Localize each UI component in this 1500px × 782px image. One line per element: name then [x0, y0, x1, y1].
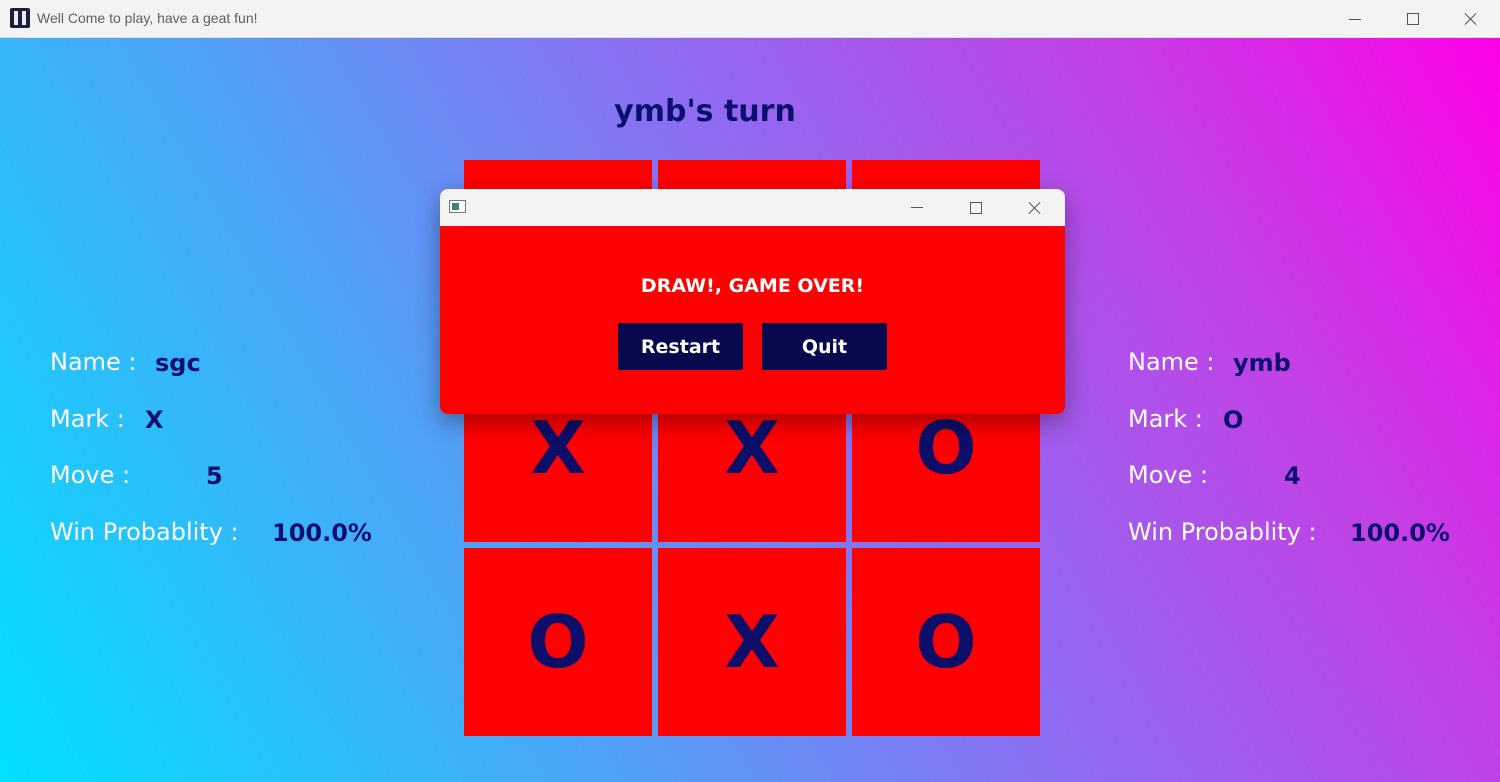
p2-move-value: 4 — [1284, 462, 1301, 490]
p1-name-value: sgc — [155, 349, 201, 377]
dialog-minimize-button[interactable] — [888, 189, 946, 226]
dialog-maximize-button[interactable] — [947, 189, 1005, 226]
p1-win-label: Win Probablity : — [50, 518, 239, 546]
p1-mark-label: Mark : — [50, 405, 125, 433]
p2-mark-value: O — [1223, 406, 1244, 434]
minimize-icon — [911, 207, 923, 208]
p1-move-value: 5 — [206, 462, 223, 490]
maximize-icon — [970, 201, 982, 214]
dialog-message: DRAW!, GAME OVER! — [640, 275, 865, 297]
p2-name-value: ymb — [1233, 349, 1291, 377]
p1-move-label: Move : — [50, 461, 131, 489]
title-bar: Well Come to play, have a geat fun! — [0, 0, 1500, 38]
quit-button[interactable]: Quit — [762, 323, 887, 370]
game-over-dialog: DRAW!, GAME OVER! Restart Quit — [440, 189, 1065, 414]
p1-name-label: Name : — [50, 348, 137, 376]
p2-win-label: Win Probablity : — [1128, 518, 1317, 546]
p1-mark-value: X — [145, 406, 164, 434]
dialog-window-icon — [449, 200, 466, 213]
close-icon — [1028, 201, 1042, 215]
close-button[interactable] — [1442, 0, 1500, 38]
p1-win-value: 100.0% — [272, 519, 372, 547]
dialog-close-button[interactable] — [1006, 189, 1064, 226]
p2-name-label: Name : — [1128, 348, 1215, 376]
board-cell-2-1[interactable]: X — [658, 548, 846, 736]
board-cell-2-2[interactable]: O — [852, 548, 1040, 736]
p2-mark-label: Mark : — [1128, 405, 1203, 433]
p2-move-label: Move : — [1128, 461, 1209, 489]
restart-button[interactable]: Restart — [618, 323, 743, 370]
turn-indicator: ymb's turn — [614, 94, 796, 129]
maximize-button[interactable] — [1384, 0, 1442, 38]
close-icon — [1464, 12, 1478, 26]
board-cell-2-0[interactable]: O — [464, 548, 652, 736]
app-icon — [10, 8, 30, 28]
window-title: Well Come to play, have a geat fun! — [37, 10, 258, 26]
p2-win-value: 100.0% — [1350, 519, 1450, 547]
maximize-icon — [1407, 13, 1419, 25]
minimize-icon — [1349, 18, 1361, 20]
minimize-button[interactable] — [1326, 0, 1384, 38]
dialog-title-bar — [440, 189, 1065, 226]
